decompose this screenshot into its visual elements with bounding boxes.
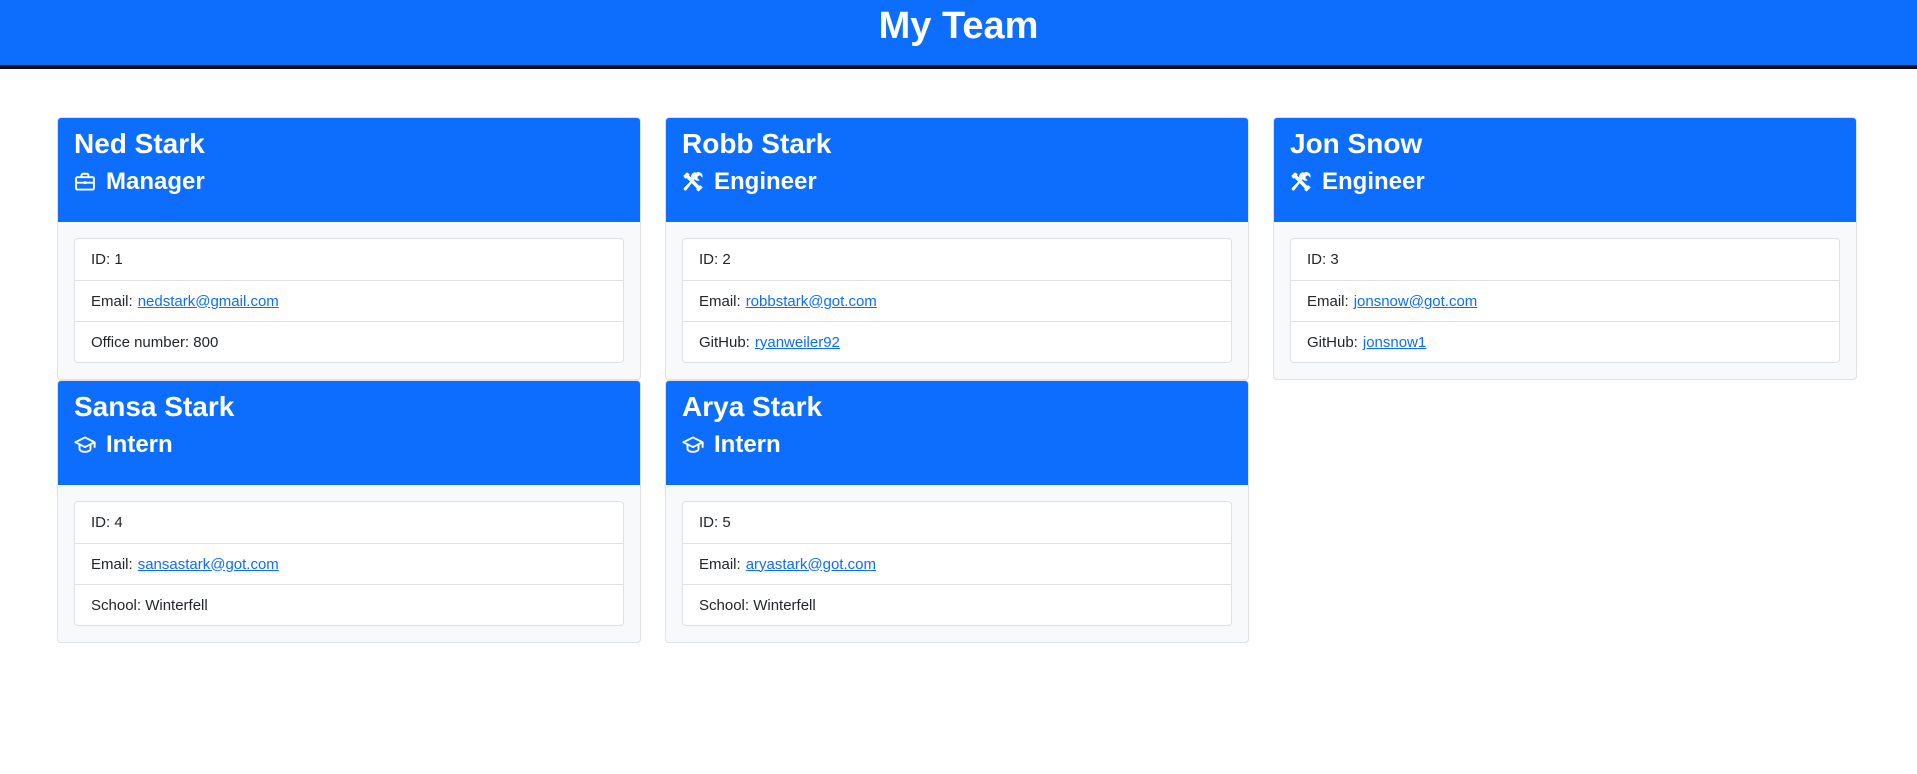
- page-title: My Team: [878, 4, 1039, 47]
- employee-details: ID: 4 Email: sansastark@got.com School: …: [74, 501, 624, 626]
- id-row: ID: 1: [91, 251, 123, 268]
- card-header: Arya Stark Intern: [666, 381, 1248, 485]
- role-label: Engineer: [1322, 168, 1425, 195]
- email-label: Email:: [91, 555, 133, 573]
- school-row: School: Winterfell: [75, 584, 623, 625]
- employee-details: ID: 5 Email: aryastark@got.com School: W…: [682, 501, 1232, 626]
- employee-role: Intern: [74, 429, 624, 461]
- employee-name: Arya Stark: [682, 391, 823, 422]
- id-row: ID: 5: [699, 514, 731, 531]
- tools-icon: [682, 171, 704, 193]
- github-row: GitHub: jonsnow1: [1291, 321, 1839, 362]
- id-row: ID: 2: [699, 251, 731, 268]
- email-label: Email:: [699, 555, 741, 573]
- employee-card: Jon Snow Engineer ID: 3 Email: jonsnow@g…: [1273, 117, 1857, 380]
- email-link[interactable]: nedstark@gmail.com: [138, 293, 279, 310]
- email-row: Email: nedstark@gmail.com: [75, 280, 623, 321]
- briefcase-icon: [74, 171, 96, 193]
- employee-card: Sansa Stark Intern ID: 4 Email: sansasta…: [57, 380, 641, 643]
- role-label: Intern: [714, 431, 781, 458]
- email-label: Email:: [1307, 292, 1349, 310]
- employee-card: Arya Stark Intern ID: 5 Email: aryastark…: [665, 380, 1249, 643]
- email-link[interactable]: sansastark@got.com: [138, 556, 279, 573]
- email-row: Email: jonsnow@got.com: [1291, 280, 1839, 321]
- employee-details: ID: 2 Email: robbstark@got.com GitHub: r…: [682, 238, 1232, 363]
- employee-card: Ned Stark Manager ID: 1 Email: nedstark@…: [57, 117, 641, 380]
- office-number-row: Office number: 800: [75, 321, 623, 362]
- employee-details: ID: 3 Email: jonsnow@got.com GitHub: jon…: [1290, 238, 1840, 363]
- tools-icon: [1290, 171, 1312, 193]
- employee-details: ID: 1 Email: nedstark@gmail.com Office n…: [74, 238, 624, 363]
- graduation-cap-icon: [682, 434, 704, 456]
- school-row: School: Winterfell: [683, 584, 1231, 625]
- employee-name: Sansa Stark: [74, 391, 235, 422]
- github-label: GitHub:: [699, 333, 750, 351]
- employee-card: Robb Stark Engineer ID: 2 Email: robbsta…: [665, 117, 1249, 380]
- employee-name: Robb Stark: [682, 128, 832, 159]
- role-label: Manager: [106, 168, 205, 195]
- id-row: ID: 3: [1307, 251, 1339, 268]
- employee-role: Engineer: [1290, 166, 1840, 198]
- card-header: Robb Stark Engineer: [666, 118, 1248, 222]
- employee-name: Jon Snow: [1290, 128, 1423, 159]
- github-link[interactable]: ryanweiler92: [755, 334, 840, 351]
- graduation-cap-icon: [74, 434, 96, 456]
- card-header: Jon Snow Engineer: [1274, 118, 1856, 222]
- email-row: Email: robbstark@got.com: [683, 280, 1231, 321]
- github-link[interactable]: jonsnow1: [1363, 334, 1426, 351]
- card-header: Ned Stark Manager: [58, 118, 640, 222]
- email-label: Email:: [91, 292, 133, 310]
- role-label: Intern: [106, 431, 173, 458]
- role-label: Engineer: [714, 168, 817, 195]
- team-grid: Ned Stark Manager ID: 1 Email: nedstark@…: [57, 117, 1857, 643]
- email-link[interactable]: jonsnow@got.com: [1354, 293, 1478, 310]
- github-row: GitHub: ryanweiler92: [683, 321, 1231, 362]
- employee-name: Ned Stark: [74, 128, 205, 159]
- email-link[interactable]: robbstark@got.com: [746, 293, 877, 310]
- id-row: ID: 4: [91, 514, 123, 531]
- employee-role: Manager: [74, 166, 624, 198]
- email-label: Email:: [699, 292, 741, 310]
- email-row: Email: aryastark@got.com: [683, 543, 1231, 584]
- employee-role: Intern: [682, 429, 1232, 461]
- email-row: Email: sansastark@got.com: [75, 543, 623, 584]
- employee-role: Engineer: [682, 166, 1232, 198]
- card-header: Sansa Stark Intern: [58, 381, 640, 485]
- email-link[interactable]: aryastark@got.com: [746, 556, 876, 573]
- github-label: GitHub:: [1307, 333, 1358, 351]
- page-header: My Team: [0, 0, 1917, 69]
